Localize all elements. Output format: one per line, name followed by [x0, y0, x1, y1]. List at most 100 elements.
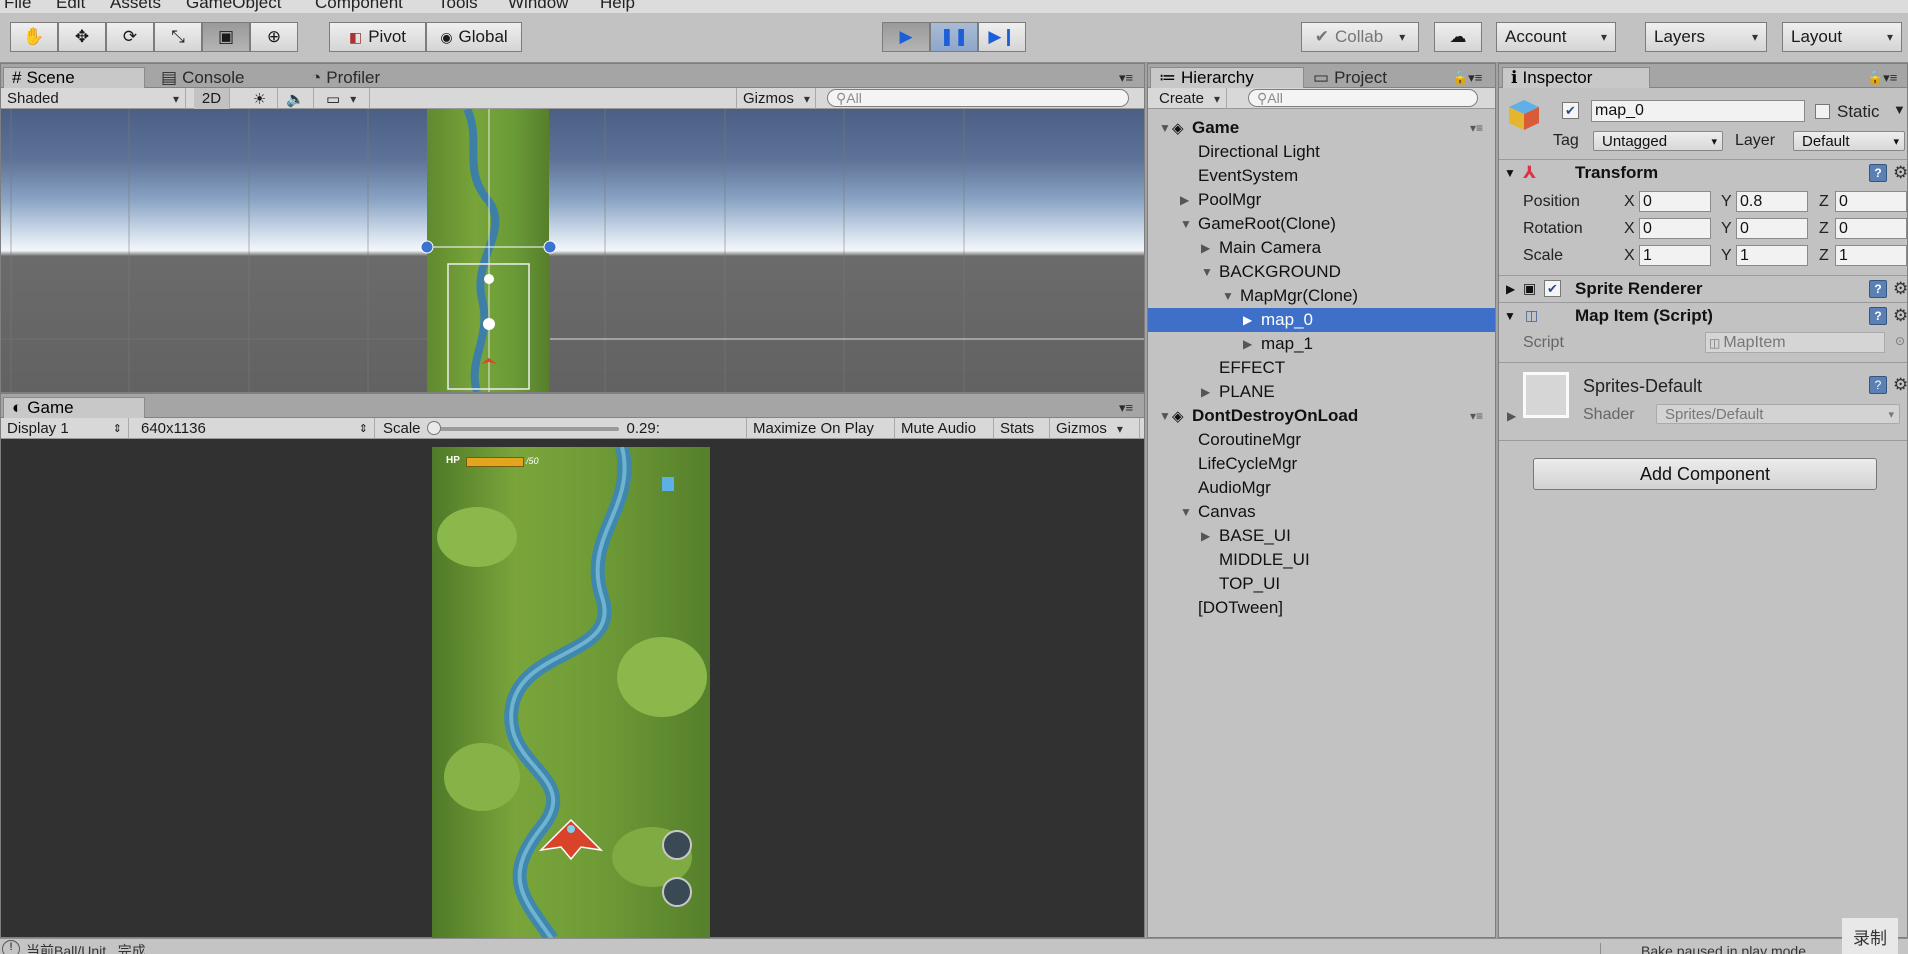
game-view[interactable]: HP /50: [432, 447, 710, 939]
hierarchy-row[interactable]: [DOTween]: [1148, 596, 1495, 620]
stats-toggle[interactable]: Stats: [994, 418, 1050, 439]
pivot-toggle[interactable]: ◧ Pivot: [329, 22, 426, 52]
hierarchy-row[interactable]: TOP_UI: [1148, 572, 1495, 596]
hierarchy-row[interactable]: ▶ BASE_UI: [1148, 524, 1495, 548]
hierarchy-scene-row[interactable]: ▼ ◈ ▾≡ Game: [1148, 116, 1495, 140]
lighting-icon[interactable]: ☀: [242, 88, 278, 109]
hierarchy-row[interactable]: ▶ map_0: [1148, 308, 1495, 332]
scene-viewport[interactable]: [1, 109, 1144, 392]
position-y-field[interactable]: 0.8: [1736, 191, 1808, 212]
audio-icon[interactable]: 🔈: [278, 88, 314, 109]
hierarchy-row[interactable]: ▶ Main Camera: [1148, 236, 1495, 260]
hierarchy-row[interactable]: ▼ MapMgr(Clone): [1148, 284, 1495, 308]
record-button[interactable]: 录制: [1842, 918, 1898, 954]
material-preview[interactable]: [1523, 372, 1569, 418]
mode-2d-toggle[interactable]: 2D: [194, 88, 230, 109]
static-checkbox[interactable]: [1815, 104, 1830, 119]
help-icon[interactable]: ?: [1869, 306, 1887, 325]
object-picker-icon[interactable]: ⊙: [1895, 334, 1905, 348]
foldout-arrow-icon[interactable]: ▶: [1507, 409, 1516, 423]
account-dropdown[interactable]: Account: [1496, 22, 1616, 52]
mute-audio-toggle[interactable]: Mute Audio: [895, 418, 994, 439]
collapse-arrow-icon[interactable]: ▼: [1159, 409, 1171, 423]
hierarchy-row[interactable]: LifeCycleMgr: [1148, 452, 1495, 476]
rotate-tool-icon[interactable]: ⟳: [106, 22, 154, 52]
menu-assets[interactable]: Assets: [110, 0, 161, 13]
sprite-renderer-header[interactable]: ▶ ▣ ✔ Sprite Renderer ? ⚙: [1499, 275, 1908, 301]
rotation-y-field[interactable]: 0: [1736, 218, 1808, 239]
step-button[interactable]: ▶❙: [978, 22, 1026, 52]
layout-dropdown[interactable]: Layout: [1782, 22, 1902, 52]
lock-icon[interactable]: 🔒▾≡: [1859, 67, 1905, 88]
hierarchy-row[interactable]: AudioMgr: [1148, 476, 1495, 500]
collapse-arrow-icon[interactable]: ▼: [1180, 217, 1192, 231]
maximize-on-play-toggle[interactable]: Maximize On Play: [747, 418, 895, 439]
panel-menu-icon[interactable]: ▾≡: [1111, 67, 1141, 88]
position-x-field[interactable]: 0: [1639, 191, 1711, 212]
scene-menu-icon[interactable]: ▾≡: [1470, 121, 1483, 135]
tab-project[interactable]: ▭ Project: [1305, 67, 1395, 88]
menu-edit[interactable]: Edit: [56, 0, 85, 13]
tag-dropdown[interactable]: Untagged: [1593, 131, 1723, 151]
tab-profiler[interactable]: ◔ Profiler: [303, 67, 388, 88]
collapse-arrow-icon[interactable]: ▼: [1201, 265, 1213, 279]
scene-menu-icon[interactable]: ▾≡: [1470, 409, 1483, 423]
collapse-arrow-icon[interactable]: ▼: [1222, 289, 1234, 303]
scale-slider-thumb[interactable]: [426, 420, 441, 435]
rotation-z-field[interactable]: 0: [1835, 218, 1907, 239]
tab-inspector[interactable]: ℹ Inspector: [1502, 67, 1650, 88]
move-tool-icon[interactable]: ✥: [58, 22, 106, 52]
rect-tool-icon[interactable]: ▣: [202, 22, 250, 52]
play-button[interactable]: ▶: [882, 22, 930, 52]
scene-search-input[interactable]: ⚲ All: [827, 89, 1129, 107]
help-icon[interactable]: ?: [1869, 376, 1887, 394]
sprite-renderer-enabled-checkbox[interactable]: ✔: [1544, 280, 1561, 297]
menu-help[interactable]: Help: [600, 0, 635, 13]
menu-gameobject[interactable]: GameObject: [186, 0, 281, 13]
scale-x-field[interactable]: 1: [1639, 245, 1711, 266]
rotation-x-field[interactable]: 0: [1639, 218, 1711, 239]
resolution-dropdown[interactable]: 640x1136 ⇕: [135, 418, 375, 439]
help-icon[interactable]: ?: [1869, 279, 1887, 298]
display-dropdown[interactable]: Display 1 ⇕: [1, 418, 129, 439]
collapse-arrow-icon[interactable]: ▼: [1180, 505, 1192, 519]
expand-arrow-icon[interactable]: ▶: [1201, 241, 1210, 255]
game-gizmos-dropdown[interactable]: Gizmos: [1050, 418, 1140, 439]
scale-y-field[interactable]: 1: [1736, 245, 1808, 266]
gizmos-dropdown[interactable]: Gizmos: [736, 88, 816, 109]
scale-slider[interactable]: [426, 420, 619, 435]
help-icon[interactable]: ?: [1869, 163, 1887, 182]
cloud-icon[interactable]: ☁: [1434, 22, 1482, 52]
scale-tool-icon[interactable]: ⤡: [154, 22, 202, 52]
hierarchy-row[interactable]: EventSystem: [1148, 164, 1495, 188]
collapse-arrow-icon[interactable]: ▼: [1159, 121, 1171, 135]
expand-arrow-icon[interactable]: ▶: [1201, 385, 1210, 399]
scale-z-field[interactable]: 1: [1835, 245, 1907, 266]
gear-icon[interactable]: ⚙: [1893, 279, 1908, 299]
pause-button[interactable]: ❚❚: [930, 22, 978, 52]
gear-icon[interactable]: ⚙: [1893, 306, 1908, 326]
expand-arrow-icon[interactable]: ▶: [1243, 313, 1252, 327]
hierarchy-row[interactable]: ▶ PoolMgr: [1148, 188, 1495, 212]
transform-tool-icon[interactable]: ⊕: [250, 22, 298, 52]
hierarchy-row[interactable]: EFFECT: [1148, 356, 1495, 380]
hierarchy-row[interactable]: ▶ map_1: [1148, 332, 1495, 356]
gear-icon[interactable]: ⚙: [1893, 375, 1908, 395]
hierarchy-row[interactable]: ▼ BACKGROUND: [1148, 260, 1495, 284]
menu-tools[interactable]: Tools: [438, 0, 478, 13]
tab-console[interactable]: ▤ Console: [153, 67, 252, 88]
hierarchy-row[interactable]: ▼ GameRoot(Clone): [1148, 212, 1495, 236]
gear-icon[interactable]: ⚙: [1893, 163, 1908, 183]
transform-header[interactable]: ▼ ⅄ Transform ? ⚙: [1499, 159, 1908, 185]
menu-window[interactable]: Window: [508, 0, 568, 13]
active-checkbox[interactable]: ✔: [1562, 102, 1579, 119]
object-name-field[interactable]: map_0: [1591, 100, 1805, 122]
hand-tool-icon[interactable]: ✋: [10, 22, 58, 52]
hierarchy-row[interactable]: CoroutineMgr: [1148, 428, 1495, 452]
expand-arrow-icon[interactable]: ▶: [1201, 529, 1210, 543]
shading-mode-dropdown[interactable]: Shaded: [1, 88, 186, 109]
hierarchy-search-input[interactable]: ⚲ All: [1248, 89, 1478, 107]
lock-icon[interactable]: 🔒▾≡: [1444, 67, 1490, 88]
map-item-header[interactable]: ▼ ◫ Map Item (Script) ? ⚙: [1499, 302, 1908, 328]
expand-arrow-icon[interactable]: ▶: [1180, 193, 1189, 207]
